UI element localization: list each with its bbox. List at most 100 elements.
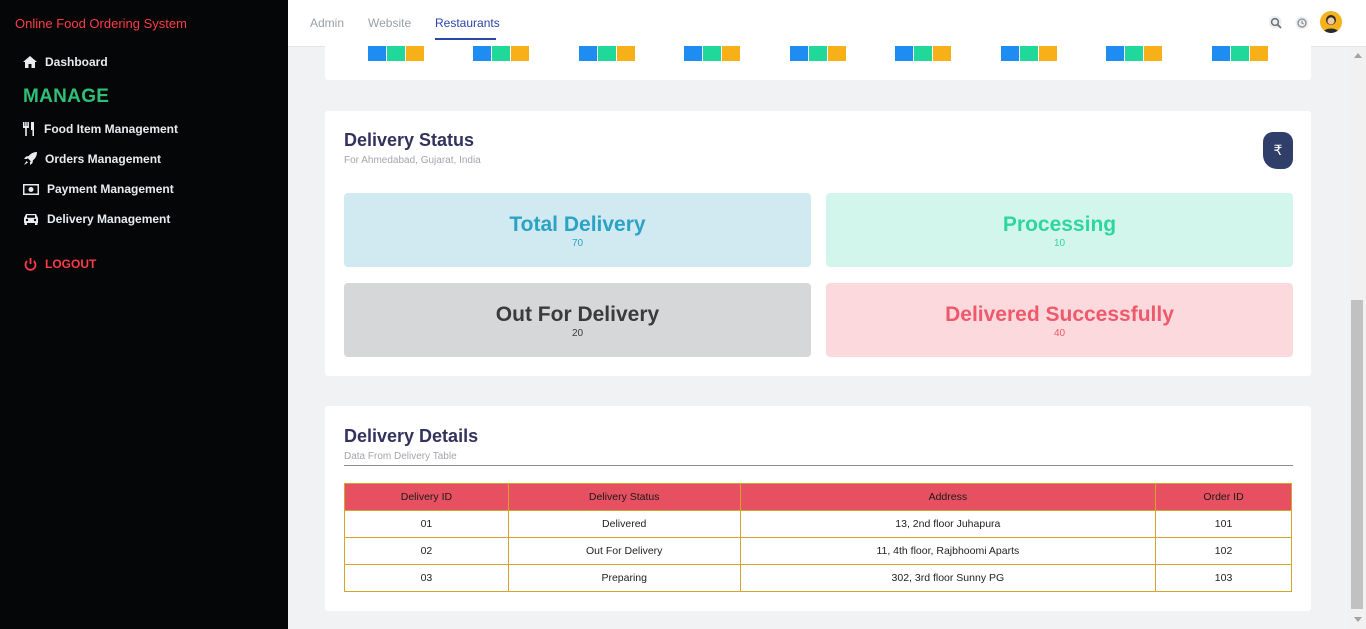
sidebar-item-label: Orders Management [45, 152, 162, 166]
legend-swatch-group [473, 46, 530, 61]
legend-swatch [933, 46, 951, 61]
legend-swatch [809, 46, 827, 61]
table-cell: Preparing [507, 564, 741, 592]
legend-swatch-group [368, 46, 425, 61]
sidebar-item-delivery-management[interactable]: Delivery Management [22, 212, 170, 226]
manage-heading: MANAGE [23, 86, 110, 107]
scroll-up-arrow[interactable] [1354, 53, 1362, 58]
delivery-details-subtitle: Data From Delivery Table [344, 451, 457, 462]
legend-swatch [828, 46, 846, 61]
scroll-down-arrow[interactable] [1354, 617, 1362, 622]
stat-total-delivery: Total Delivery 70 [344, 193, 811, 267]
divider [344, 465, 1293, 466]
tab-website[interactable]: Website [368, 16, 411, 30]
logout-label: LOGOUT [45, 257, 97, 271]
legend-swatch [1212, 46, 1230, 61]
stat-label: Out For Delivery [495, 303, 660, 326]
home-icon [22, 55, 38, 69]
legend-swatch [895, 46, 913, 61]
legend-swatch-group [790, 46, 847, 61]
vertical-scrollbar[interactable] [1349, 47, 1366, 629]
delivery-details-title: Delivery Details [344, 426, 479, 446]
scrollbar-thumb[interactable] [1351, 300, 1363, 609]
table-cell: Out For Delivery [507, 537, 741, 565]
table-header-row: Delivery ID Delivery Status Address Orde… [344, 483, 1292, 511]
table-cell: Delivered [507, 510, 741, 538]
sidebar: Online Food Ordering System Dashboard MA… [0, 0, 288, 629]
rocket-icon [22, 152, 38, 166]
table-cell: 01 [344, 510, 509, 538]
legend-swatch [1125, 46, 1143, 61]
legend-swatch [790, 46, 808, 61]
legend-swatch [579, 46, 597, 61]
sidebar-item-food-item-management[interactable]: Food Item Management [21, 122, 178, 136]
table-cell: 03 [344, 564, 509, 592]
car-icon [22, 212, 40, 226]
legend-swatch [492, 46, 510, 61]
table-cell: 13, 2nd floor Juhapura [739, 510, 1157, 538]
user-avatar[interactable] [1320, 11, 1342, 33]
table-row: 02 Out For Delivery 11, 4th floor, Rajbh… [344, 537, 1292, 565]
legend-swatch [1231, 46, 1249, 61]
legend-swatch-group [895, 46, 952, 61]
delivery-status-card: Delivery Status For Ahmedabad, Gujarat, … [325, 111, 1311, 376]
legend-swatch-group [684, 46, 741, 61]
table-cell: 02 [344, 537, 509, 565]
table-cell: 302, 3rd floor Sunny PG [739, 564, 1157, 592]
power-icon [22, 257, 38, 271]
sidebar-item-payment-management[interactable]: Payment Management [22, 182, 174, 196]
tab-admin[interactable]: Admin [310, 16, 344, 30]
stat-value: 20 [571, 328, 584, 339]
legend-swatch [387, 46, 405, 61]
legend-swatch [1144, 46, 1162, 61]
legend-swatch-group [579, 46, 636, 61]
stat-label: Processing [1002, 213, 1117, 236]
column-header: Order ID [1155, 483, 1292, 511]
sidebar-item-dashboard[interactable]: Dashboard [22, 55, 108, 69]
stat-out-for-delivery: Out For Delivery 20 [344, 283, 811, 357]
brand-title[interactable]: Online Food Ordering System [15, 16, 187, 31]
rupee-icon[interactable]: ₹ [1263, 132, 1293, 169]
sidebar-item-label: Payment Management [47, 182, 174, 196]
column-header: Address [739, 483, 1157, 511]
table-cell: 11, 4th floor, Rajbhoomi Aparts [739, 537, 1157, 565]
stat-value: 70 [571, 238, 584, 249]
delivery-details-card: Delivery Details Data From Delivery Tabl… [325, 406, 1311, 611]
money-icon [22, 182, 40, 196]
stat-label: Delivered Successfully [945, 303, 1174, 326]
logout-button[interactable]: LOGOUT [22, 257, 96, 271]
table-row: 03 Preparing 302, 3rd floor Sunny PG 103 [344, 564, 1292, 592]
legend-swatch [1001, 46, 1019, 61]
stat-value: 40 [1053, 328, 1066, 339]
legend-swatch [1020, 46, 1038, 61]
sidebar-item-orders-management[interactable]: Orders Management [22, 152, 161, 166]
tab-restaurants[interactable]: Restaurants [435, 16, 500, 30]
legend-swatch [1250, 46, 1268, 61]
legend-swatch [598, 46, 616, 61]
search-icon[interactable] [1268, 15, 1283, 30]
legend-swatch [703, 46, 721, 61]
column-header: Delivery Status [507, 483, 741, 511]
legend-swatch-group [1212, 46, 1269, 61]
legend-swatch-group [1106, 46, 1163, 61]
table-cell: 103 [1155, 564, 1292, 592]
table-cell: 102 [1155, 537, 1292, 565]
legend-swatch [914, 46, 932, 61]
legend-swatch [1106, 46, 1124, 61]
chart-card [325, 40, 1311, 80]
stat-delivered-successfully: Delivered Successfully 40 [826, 283, 1293, 357]
clock-icon[interactable] [1295, 16, 1309, 30]
stat-label: Total Delivery [509, 213, 646, 236]
sidebar-item-label: Dashboard [45, 55, 108, 69]
legend-swatch [1039, 46, 1057, 61]
legend-swatch-group [1001, 46, 1058, 61]
stat-processing: Processing 10 [826, 193, 1293, 267]
legend-swatch [617, 46, 635, 61]
legend-swatch [722, 46, 740, 61]
legend-swatch [406, 46, 424, 61]
delivery-status-title: Delivery Status [344, 130, 475, 150]
table-row: 01 Delivered 13, 2nd floor Juhapura 101 [344, 510, 1292, 538]
stat-value: 10 [1053, 238, 1066, 249]
legend-swatch [511, 46, 529, 61]
legend-swatch [684, 46, 702, 61]
